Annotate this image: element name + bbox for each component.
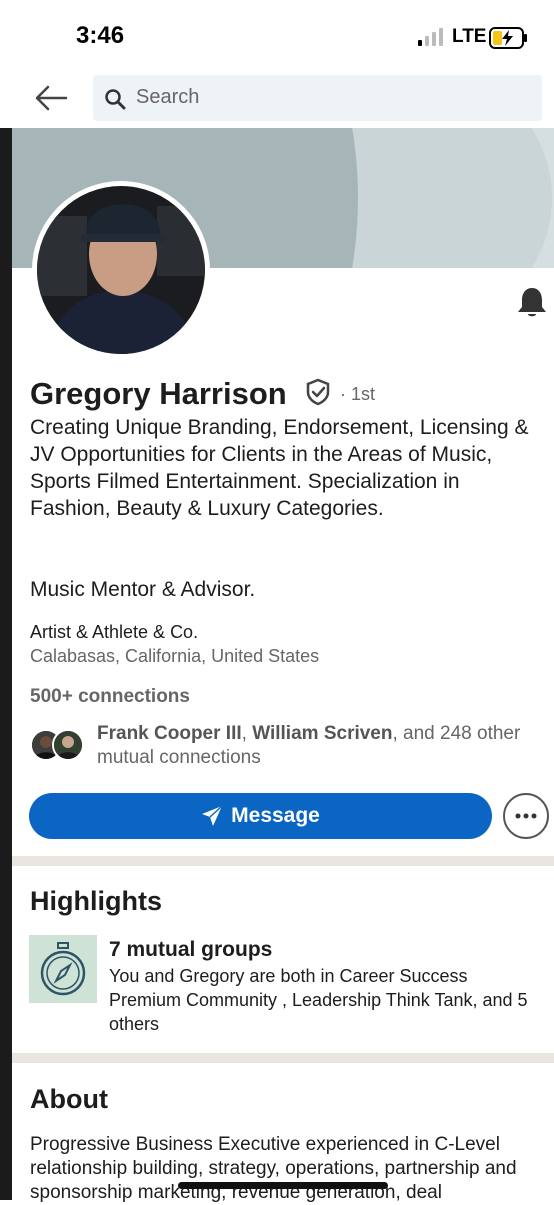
message-button[interactable]: Message bbox=[29, 793, 492, 839]
home-indicator[interactable] bbox=[178, 1182, 388, 1189]
about-title: About bbox=[30, 1084, 108, 1114]
bell-icon[interactable] bbox=[516, 286, 548, 318]
mutual-avatar bbox=[52, 729, 84, 761]
mutual-connections-text[interactable]: Frank Cooper III, William Scriven, and 2… bbox=[97, 722, 552, 770]
carrier-label: LTE bbox=[452, 26, 487, 47]
message-button-label: Message bbox=[231, 804, 320, 827]
send-icon bbox=[202, 805, 223, 826]
section-divider bbox=[12, 856, 554, 866]
mutual-name: Frank Cooper III bbox=[97, 723, 242, 744]
search-icon bbox=[105, 89, 126, 110]
search-input[interactable]: Search bbox=[136, 86, 199, 109]
highlights-title: Highlights bbox=[30, 886, 162, 916]
connections-count[interactable]: 500+ connections bbox=[30, 686, 190, 708]
mutual-name: William Scriven bbox=[252, 723, 393, 744]
more-button[interactable] bbox=[503, 793, 549, 839]
battery-charging-icon bbox=[489, 27, 527, 49]
profile-name: Gregory Harrison bbox=[30, 376, 287, 411]
about-text: Progressive Business Executive experienc… bbox=[30, 1134, 517, 1203]
back-arrow-icon[interactable] bbox=[34, 84, 68, 112]
profile-avatar[interactable] bbox=[37, 186, 205, 354]
profile-headline-2: Music Mentor & Advisor. bbox=[30, 578, 256, 601]
signal-icon bbox=[418, 28, 443, 46]
mutual-separator: , bbox=[241, 723, 253, 744]
more-icon bbox=[515, 813, 537, 819]
profile-company: Artist & Athlete & Co. bbox=[30, 622, 199, 642]
window-edge bbox=[0, 128, 12, 1200]
profile-headline: Creating Unique Branding, Endorsement, L… bbox=[30, 416, 529, 520]
profile-location: Calabasas, California, United States bbox=[30, 646, 320, 666]
status-time: 3:46 bbox=[76, 22, 125, 49]
connection-degree: · 1st bbox=[340, 384, 376, 404]
section-divider bbox=[12, 1053, 554, 1063]
compass-icon bbox=[29, 935, 97, 1003]
mutual-groups-description: You and Gregory are both in Career Succe… bbox=[109, 966, 528, 1034]
verified-shield-icon[interactable] bbox=[305, 378, 331, 406]
mutual-groups-title[interactable]: 7 mutual groups bbox=[109, 938, 272, 962]
